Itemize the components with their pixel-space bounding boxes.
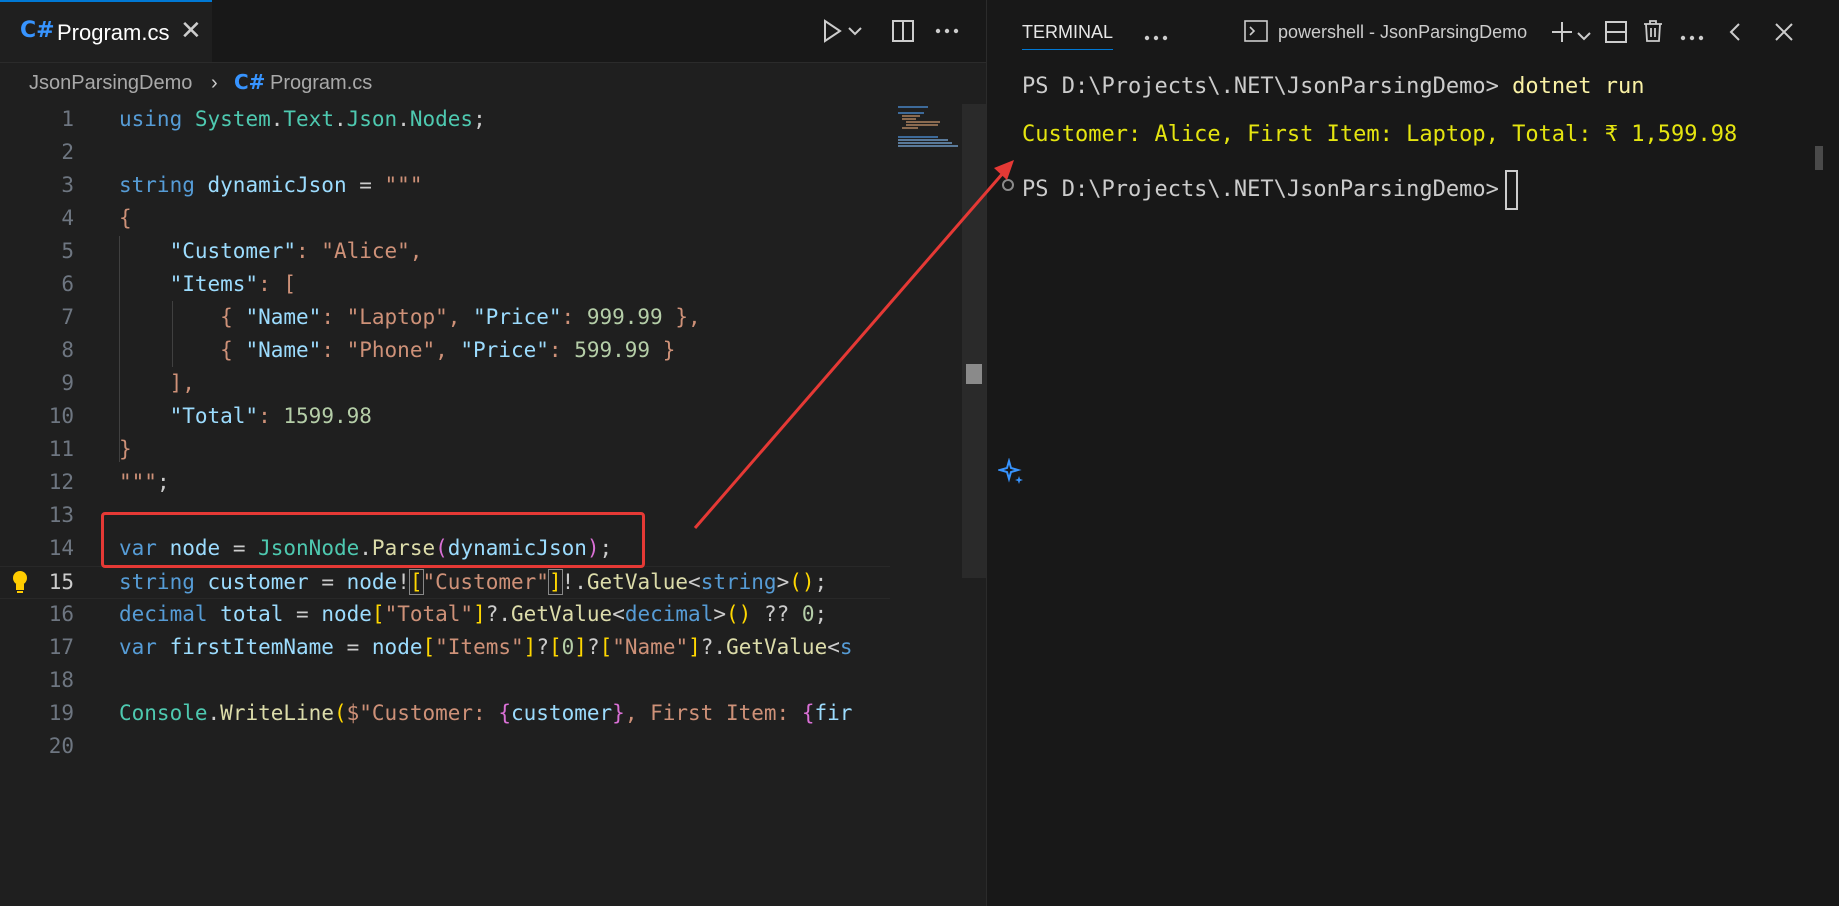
code-line: 1 using System.Text.Json.Nodes; [61,107,486,131]
editor-tab-bar: C# Program.cs ✕ [0,0,986,63]
code-line: 3 string dynamicJson = """ [61,173,423,197]
terminal-prompt: PS D:\Projects\.NET\JsonParsingDemo> [1022,177,1499,202]
code-line: 9 ], [61,371,195,395]
terminal-header: TERMINAL powershell - JsonParsingDemo [987,0,1839,62]
code-line: 20 [48,734,74,758]
terminal-output[interactable]: PS D:\Projects\.NET\JsonParsingDemo> dot… [1022,70,1737,210]
terminal-shell-label[interactable]: powershell - JsonParsingDemo [1278,22,1527,43]
terminal-cursor [1504,170,1518,210]
code-line: 2 [61,140,74,164]
terminal-shell-icon [1244,20,1268,47]
code-line: 6 "Items": [ [61,272,297,296]
annotation-highlight-box [101,512,645,568]
code-line-current: 15 string customer = node!["Customer"]!.G… [0,566,890,599]
terminal-command: dotnet run [1512,74,1645,99]
code-line: 16 decimal total = node["Total"]?.GetValu… [48,602,828,626]
code-line: 5 "Customer": "Alice", [61,239,423,263]
more-actions-icon[interactable] [930,14,964,48]
new-terminal-icon[interactable] [1550,20,1574,49]
code-line: 10 "Total": 1599.98 [48,404,372,428]
split-terminal-icon[interactable] [1604,20,1628,49]
breadcrumb-file[interactable]: Program.cs [270,72,372,95]
terminal-dropdown-chevron-icon[interactable] [1577,28,1591,46]
code-line: 12 """; [48,470,170,494]
copilot-sparkle-icon[interactable] [996,457,1026,491]
terminal-panel[interactable]: TERMINAL powershell - JsonParsingDemo PS… [987,0,1839,906]
breadcrumb-project[interactable]: JsonParsingDemo [29,72,192,95]
run-dropdown-chevron-icon[interactable] [845,14,865,48]
split-editor-icon[interactable] [886,14,920,48]
code-line: 11} [48,437,132,461]
tab-label: Program.cs [57,20,170,45]
terminal-program-output: Customer: Alice, First Item: Laptop, Tot… [1022,122,1738,147]
command-decoration-icon [1001,178,1015,197]
code-line: 17 var firstItemName = node["Items"]?[0]?… [48,635,853,659]
code-editor[interactable]: 1 using System.Text.Json.Nodes; 2 3 string… [0,104,890,804]
scroll-marker [966,364,982,384]
close-panel-icon[interactable] [1774,22,1794,47]
breadcrumb-separator-icon: › [211,72,218,94]
terminal-line: PS D:\Projects\.NET\JsonParsingDemo> dot… [1022,74,1645,99]
minimap[interactable] [890,104,962,906]
kill-terminal-trash-icon[interactable] [1642,19,1664,48]
code-line: 18 [48,668,74,692]
code-line: 7 { "Name": "Laptop", "Price": 999.99 }, [61,305,701,329]
code-line: 8 { "Name": "Phone", "Price": 599.99 } [61,338,676,362]
terminal-scrollbar[interactable] [1815,146,1823,170]
terminal-actions-more-icon[interactable] [1680,28,1704,46]
tab-program-cs[interactable]: C# Program.cs ✕ [0,0,212,62]
terminal-more-icon[interactable] [1144,28,1168,46]
editor-pane: C# Program.cs ✕ JsonParsingDemo › C# Pro… [0,0,986,906]
chevron-left-icon[interactable] [1728,22,1742,47]
tab-terminal[interactable]: TERMINAL [1022,22,1114,50]
code-line: 19 Console.WriteLine($"Customer: {custome… [48,701,853,725]
terminal-line: Customer: Alice, First Item: Laptop, Tot… [1022,122,1737,147]
terminal-prompt: PS D:\Projects\.NET\JsonParsingDemo> [1022,74,1499,99]
csharp-file-icon: C# [20,18,55,43]
run-icon[interactable] [815,14,849,48]
terminal-line: PS D:\Projects\.NET\JsonParsingDemo> [1022,170,1518,210]
editor-scrollbar[interactable] [962,104,986,578]
breadcrumb: JsonParsingDemo › C# Program.cs [0,62,986,104]
csharp-file-icon: C# [234,70,266,94]
close-tab-icon[interactable]: ✕ [180,16,202,46]
code-line: 4{ [61,206,132,230]
